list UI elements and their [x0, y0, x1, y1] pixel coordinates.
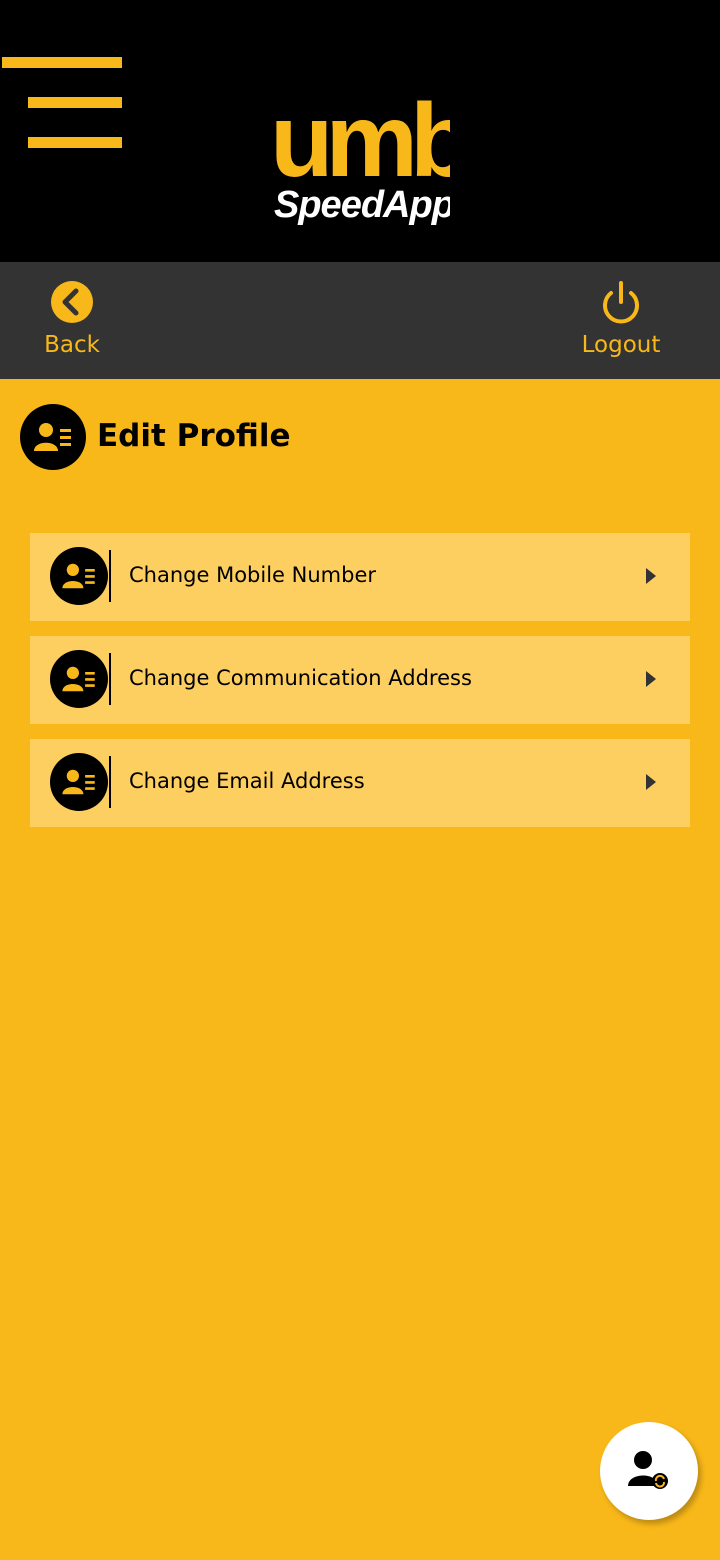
- page-title: Edit Profile: [97, 418, 291, 454]
- divider: [109, 756, 111, 808]
- option-label: Change Email Address: [129, 769, 365, 793]
- logout-label: Logout: [581, 332, 661, 358]
- app-header: umb SpeedApp: [0, 0, 720, 262]
- profile-card-icon: [50, 547, 108, 605]
- divider: [109, 550, 111, 602]
- change-email-address-option[interactable]: Change Email Address: [30, 739, 690, 827]
- change-mobile-number-option[interactable]: Change Mobile Number: [30, 533, 690, 621]
- logout-button[interactable]: Logout: [572, 262, 670, 379]
- divider: [109, 653, 111, 705]
- action-bar: Back Logout: [0, 262, 720, 379]
- umb-speedapp-logo: umb SpeedApp: [270, 83, 478, 229]
- profile-card-icon: [50, 650, 108, 708]
- menu-button[interactable]: [0, 52, 130, 152]
- profile-card-icon: [20, 404, 86, 470]
- profile-card-icon: [50, 753, 108, 811]
- power-icon: [603, 281, 639, 324]
- svg-text:umb: umb: [270, 84, 450, 199]
- back-label: Back: [44, 332, 100, 358]
- back-icon: [51, 281, 93, 323]
- profile-options-list: Change Mobile Number Change Communicatio…: [30, 533, 690, 842]
- svg-text:SpeedApp: SpeedApp: [274, 184, 450, 226]
- option-label: Change Mobile Number: [129, 563, 376, 587]
- option-label: Change Communication Address: [129, 666, 472, 690]
- chevron-right-icon: [646, 568, 656, 584]
- user-refresh-icon: [628, 1451, 668, 1489]
- chevron-right-icon: [646, 774, 656, 790]
- change-communication-address-option[interactable]: Change Communication Address: [30, 636, 690, 724]
- chevron-right-icon: [646, 671, 656, 687]
- floating-profile-button[interactable]: [600, 1422, 698, 1520]
- back-button[interactable]: Back: [30, 262, 114, 379]
